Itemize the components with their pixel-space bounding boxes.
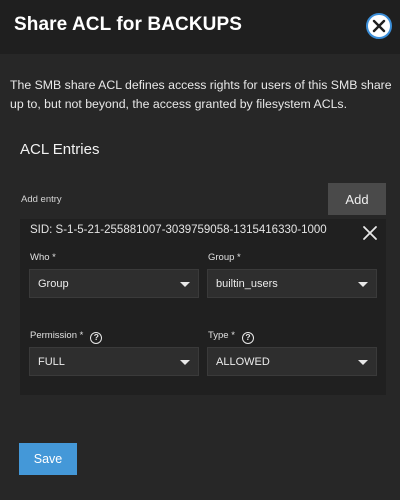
help-icon[interactable]: ?	[90, 332, 103, 344]
dialog-header: Share ACL for BACKUPS	[0, 0, 400, 54]
add-entry-label: Add entry	[21, 194, 62, 205]
type-label: Type *	[208, 330, 235, 341]
dialog-title: Share ACL for BACKUPS	[14, 14, 243, 35]
chevron-down-icon	[180, 360, 190, 365]
acl-entry-card: SID: S-1-5-21-255881007-3039759058-13154…	[20, 219, 386, 395]
entry-sid: SID: S-1-5-21-255881007-3039759058-13154…	[30, 224, 327, 236]
chevron-down-icon	[358, 282, 368, 287]
type-value: ALLOWED	[216, 356, 270, 368]
group-label: Group *	[208, 252, 241, 263]
dialog-description: The SMB share ACL defines access rights …	[10, 78, 392, 111]
permission-value: FULL	[38, 356, 65, 368]
chevron-down-icon	[180, 282, 190, 287]
close-icon	[372, 19, 386, 33]
add-entry-button[interactable]: Add	[328, 183, 386, 215]
save-button[interactable]: Save	[19, 443, 77, 475]
chevron-down-icon	[358, 360, 368, 365]
who-label: Who *	[30, 252, 56, 263]
group-value: builtin_users	[216, 278, 278, 290]
who-value: Group	[38, 278, 69, 290]
who-select[interactable]: Group	[29, 269, 199, 298]
acl-entries-heading: ACL Entries	[20, 141, 100, 158]
type-label-row: Type *?	[208, 330, 254, 344]
help-icon[interactable]: ?	[241, 332, 254, 344]
permission-label: Permission *	[30, 330, 84, 341]
permission-select[interactable]: FULL	[29, 347, 199, 376]
permission-label-row: Permission *?	[30, 330, 103, 344]
type-select[interactable]: ALLOWED	[207, 347, 377, 376]
close-icon	[363, 226, 377, 240]
group-select[interactable]: builtin_users	[207, 269, 377, 298]
remove-entry-button[interactable]	[362, 225, 378, 241]
close-dialog-button[interactable]	[366, 13, 392, 39]
